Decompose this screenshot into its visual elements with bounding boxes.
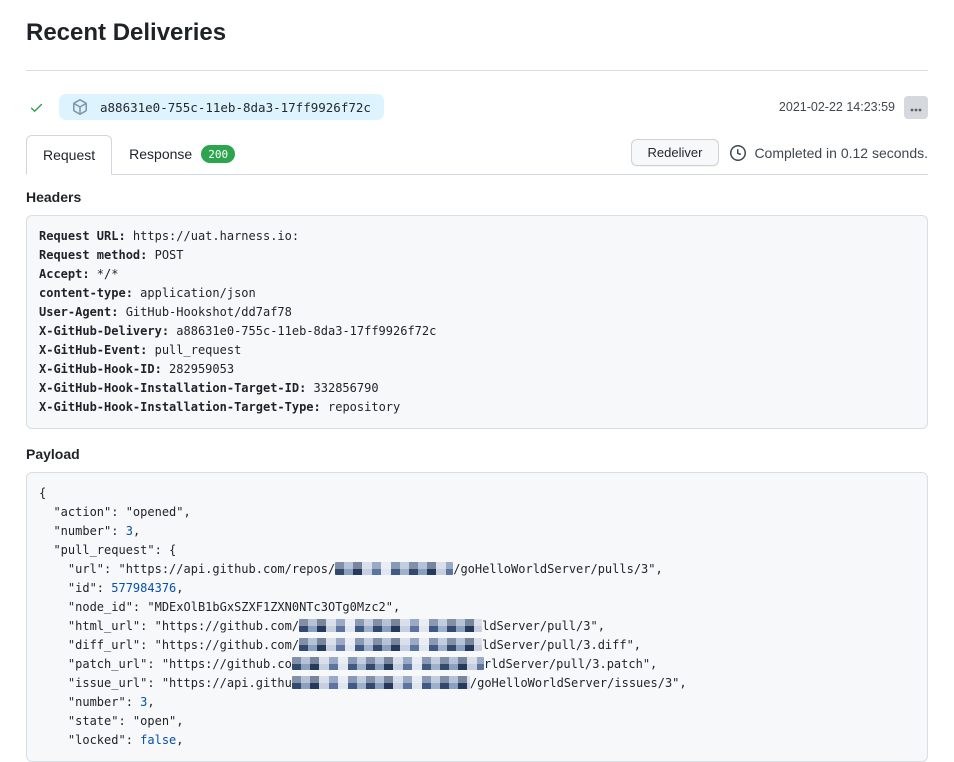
payload-line: "html_url": "https://github.com/ldServer… bbox=[39, 617, 915, 636]
payload-code-block: { "action": "opened", "number": 3, "pull… bbox=[26, 472, 928, 762]
delivery-guid-pill[interactable]: a88631e0-755c-11eb-8da3-17ff9926f72c bbox=[59, 94, 384, 120]
ellipsis-icon bbox=[910, 100, 922, 115]
page-title: Recent Deliveries bbox=[26, 19, 928, 47]
payload-line: "number": 3, bbox=[39, 522, 915, 541]
payload-line: "locked": false, bbox=[39, 731, 915, 750]
redacted-blur bbox=[299, 638, 482, 651]
payload-line: "diff_url": "https://github.com/ldServer… bbox=[39, 636, 915, 655]
payload-line: "url": "https://api.github.com/repos//go… bbox=[39, 560, 915, 579]
check-icon bbox=[29, 100, 44, 115]
payload-line: "id": 577984376, bbox=[39, 579, 915, 598]
header-line: X-GitHub-Hook-ID: 282959053 bbox=[39, 360, 915, 379]
redacted-blur bbox=[292, 676, 470, 689]
header-line: Request URL: https://uat.harness.io: bbox=[39, 227, 915, 246]
redeliver-button[interactable]: Redeliver bbox=[631, 139, 720, 166]
payload-label: Payload bbox=[26, 446, 928, 462]
tab-response[interactable]: Response 200 bbox=[112, 134, 252, 174]
payload-line: "node_id": "MDExOlB1bGxSZXF1ZXN0NTc3OTg0… bbox=[39, 598, 915, 617]
payload-line: "patch_url": "https://github.corldServer… bbox=[39, 655, 915, 674]
completed-text: Completed in 0.12 seconds. bbox=[754, 145, 928, 161]
redacted-blur bbox=[292, 657, 484, 670]
redacted-blur bbox=[299, 619, 482, 632]
tab-actions: Redeliver Completed in 0.12 seconds. bbox=[631, 139, 928, 174]
header-line: X-GitHub-Event: pull_request bbox=[39, 341, 915, 360]
tab-request[interactable]: Request bbox=[26, 135, 112, 175]
delivery-guid: a88631e0-755c-11eb-8da3-17ff9926f72c bbox=[100, 100, 371, 115]
tab-response-label: Response bbox=[129, 144, 192, 164]
delivery-tabbar: Request Response 200 Redeliver Completed… bbox=[26, 134, 928, 175]
delivery-row: a88631e0-755c-11eb-8da3-17ff9926f72c 202… bbox=[26, 92, 928, 122]
clock-icon bbox=[730, 145, 746, 161]
completed-status: Completed in 0.12 seconds. bbox=[730, 145, 928, 161]
header-line: X-GitHub-Hook-Installation-Target-Type: … bbox=[39, 398, 915, 417]
headers-label: Headers bbox=[26, 189, 928, 205]
delivery-options-button[interactable] bbox=[904, 96, 928, 119]
recent-deliveries-panel: Recent Deliveries a88631e0-755c-11eb-8da… bbox=[0, 19, 954, 762]
header-line: X-GitHub-Hook-Installation-Target-ID: 33… bbox=[39, 379, 915, 398]
payload-line: "action": "opened", bbox=[39, 503, 915, 522]
payload-line: "issue_url": "https://api.githu/goHelloW… bbox=[39, 674, 915, 693]
header-line: content-type: application/json bbox=[39, 284, 915, 303]
response-status-badge: 200 bbox=[201, 145, 235, 163]
tab-request-label: Request bbox=[43, 145, 95, 165]
redacted-blur bbox=[335, 562, 453, 575]
payload-line: "pull_request": { bbox=[39, 541, 915, 560]
payload-line: "state": "open", bbox=[39, 712, 915, 731]
header-line: Accept: */* bbox=[39, 265, 915, 284]
payload-line: "number": 3, bbox=[39, 693, 915, 712]
headers-code-block: Request URL: https://uat.harness.io:Requ… bbox=[26, 215, 928, 429]
payload-line: { bbox=[39, 484, 915, 503]
header-line: X-GitHub-Delivery: a88631e0-755c-11eb-8d… bbox=[39, 322, 915, 341]
delivery-timestamp: 2021-02-22 14:23:59 bbox=[779, 100, 895, 114]
package-icon bbox=[72, 99, 88, 115]
header-line: Request method: POST bbox=[39, 246, 915, 265]
divider bbox=[26, 70, 928, 71]
header-line: User-Agent: GitHub-Hookshot/dd7af78 bbox=[39, 303, 915, 322]
